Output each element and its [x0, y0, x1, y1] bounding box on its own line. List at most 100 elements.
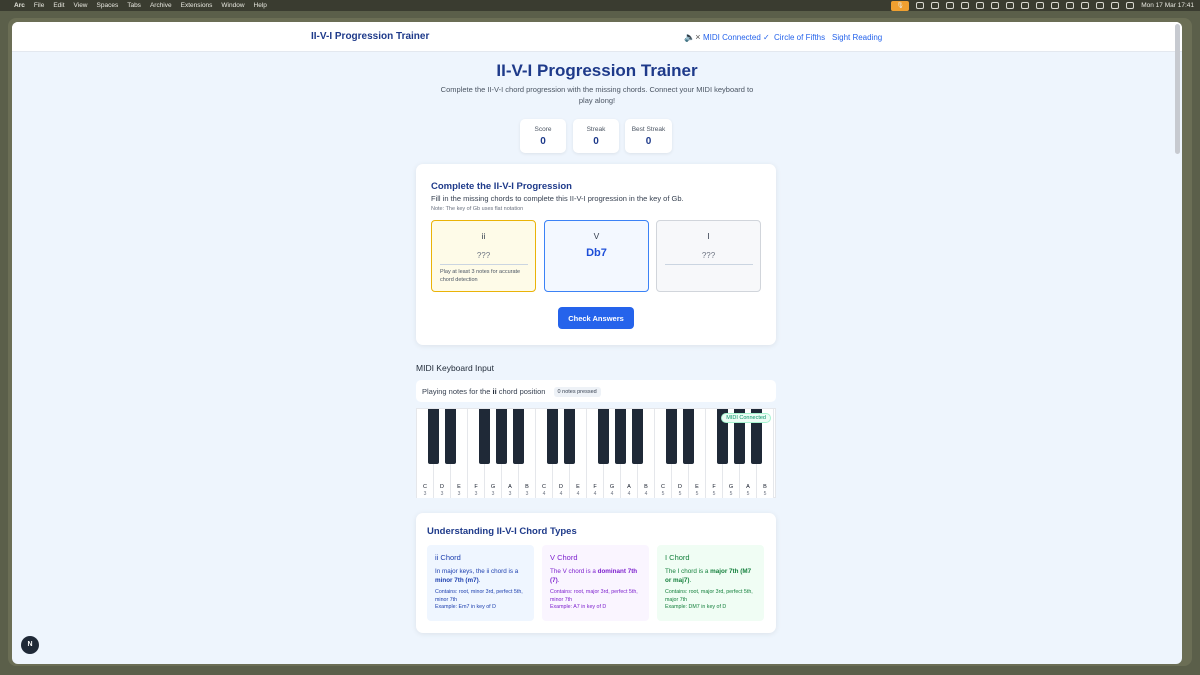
- key-octave-label: 4: [627, 491, 631, 497]
- piano-black-key[interactable]: [632, 409, 643, 464]
- menu-tabs[interactable]: Tabs: [127, 2, 141, 9]
- key-note-label: C: [423, 484, 427, 490]
- tray-icon[interactable]: [1051, 2, 1060, 9]
- page-title: II-V-I Progression Trainer: [496, 61, 698, 80]
- menubar-clock[interactable]: Mon 17 Mar 17:41: [1141, 2, 1194, 9]
- chord-type-v: V Chord The V chord is a dominant 7th (7…: [542, 545, 649, 621]
- key-note-label: A: [627, 484, 631, 490]
- tray-icon[interactable]: [1021, 2, 1030, 9]
- piano-black-key[interactable]: [445, 409, 456, 464]
- stat-value: 0: [645, 136, 652, 147]
- top-navbar: II-V-I Progression Trainer 🔈× MIDI Conne…: [12, 22, 1182, 52]
- control-center-icon[interactable]: [1126, 2, 1135, 9]
- key-note-label: F: [712, 484, 716, 490]
- nav-link-circle-of-fifths[interactable]: Circle of Fifths: [774, 33, 825, 42]
- tray-icon[interactable]: [976, 2, 985, 9]
- nav-link-midi-connected[interactable]: MIDI Connected ✓: [703, 33, 770, 42]
- menu-spaces[interactable]: Spaces: [97, 2, 119, 9]
- menu-extensions[interactable]: Extensions: [181, 2, 213, 9]
- key-octave-label: 5: [712, 491, 716, 497]
- key-note-label: G: [728, 484, 734, 490]
- key-note-label: E: [695, 484, 699, 490]
- tray-icon[interactable]: [931, 2, 940, 9]
- chord-type-ii: ii Chord In major keys, the ii chord is …: [427, 545, 534, 621]
- understanding-card: Understanding II-V-I Chord Types ii Chor…: [416, 513, 776, 633]
- key-note-label: G: [609, 484, 615, 490]
- stat-score: Score 0: [520, 119, 566, 153]
- notes-pressed-badge: 0 notes pressed: [553, 387, 601, 397]
- stat-label: Streak: [586, 126, 606, 133]
- chord-slot-i[interactable]: I ???: [656, 220, 761, 292]
- piano-black-key[interactable]: [496, 409, 507, 464]
- key-octave-label: 3: [525, 491, 529, 497]
- key-note-label: E: [576, 484, 580, 490]
- piano-black-key[interactable]: [428, 409, 439, 464]
- chord-type-example: Example: DM7 in key of D: [665, 604, 727, 610]
- menu-window[interactable]: Window: [221, 2, 244, 9]
- chord-slot-ii[interactable]: ii ??? Play at least 3 notes for accurat…: [431, 220, 536, 292]
- web-page: II-V-I Progression Trainer 🔈× MIDI Conne…: [12, 22, 1182, 664]
- key-octave-label: 3: [474, 491, 478, 497]
- tray-icon[interactable]: [1096, 2, 1105, 9]
- chord-slot-v[interactable]: V Db7: [544, 220, 649, 292]
- slot-roman: I: [707, 231, 710, 241]
- menu-arc[interactable]: Arc: [14, 2, 25, 9]
- piano-black-key[interactable]: [598, 409, 609, 464]
- key-octave-label: 3: [508, 491, 512, 497]
- key-octave-label: 3: [491, 491, 495, 497]
- key-octave-label: 3: [457, 491, 461, 497]
- tray-icon[interactable]: [916, 2, 925, 9]
- chord-type-title: V Chord: [550, 553, 578, 562]
- key-note-label: A: [508, 484, 512, 490]
- key-octave-label: 5: [678, 491, 682, 497]
- tray-icon[interactable]: [1081, 2, 1090, 9]
- menu-file[interactable]: File: [34, 2, 44, 9]
- tray-icon[interactable]: [1006, 2, 1015, 9]
- key-note-label: G: [490, 484, 496, 490]
- tray-icon[interactable]: [991, 2, 1000, 9]
- wifi-icon[interactable]: [1111, 2, 1120, 9]
- check-answers-button[interactable]: Check Answers: [558, 307, 634, 329]
- chord-type-contains: Contains: root, minor 3rd, perfect 5th, …: [435, 589, 523, 603]
- microphone-icon[interactable]: 🎙: [891, 0, 910, 11]
- nextjs-dev-button[interactable]: N: [21, 636, 39, 654]
- piano-black-key[interactable]: [547, 409, 558, 464]
- key-octave-label: 4: [610, 491, 614, 497]
- stat-label: Score: [534, 126, 552, 133]
- key-note-label: A: [746, 484, 750, 490]
- nav-link-sight-reading[interactable]: Sight Reading: [832, 33, 882, 42]
- piano-black-key[interactable]: [683, 409, 694, 464]
- key-note-label: E: [457, 484, 461, 490]
- chord-type-contains: Contains: root, major 3rd, perfect 5th, …: [550, 589, 638, 603]
- tray-icon[interactable]: [946, 2, 955, 9]
- tray-icon[interactable]: [1036, 2, 1045, 9]
- piano-black-key[interactable]: [513, 409, 524, 464]
- page-subtitle: Complete the II-V-I chord progression wi…: [440, 85, 754, 105]
- key-note-label: C: [542, 484, 546, 490]
- tray-icon[interactable]: [1066, 2, 1075, 9]
- key-octave-label: 5: [763, 491, 767, 497]
- key-note-label: C: [661, 484, 665, 490]
- playing-prefix: Playing notes for the: [422, 387, 491, 396]
- slot-underline: [664, 264, 753, 265]
- nav-brand[interactable]: II-V-I Progression Trainer: [311, 31, 429, 42]
- menu-edit[interactable]: Edit: [53, 2, 64, 9]
- key-octave-label: 4: [576, 491, 580, 497]
- menu-help[interactable]: Help: [254, 2, 267, 9]
- tray-icon[interactable]: [961, 2, 970, 9]
- key-note-label: B: [525, 484, 529, 490]
- key-octave-label: 4: [542, 491, 546, 497]
- speaker-muted-icon[interactable]: 🔈×: [684, 32, 700, 43]
- menu-archive[interactable]: Archive: [150, 2, 172, 9]
- piano-black-key[interactable]: [666, 409, 677, 464]
- chord-type-contains: Contains: root, major 3rd, perfect 5th, …: [665, 589, 753, 603]
- piano-black-key[interactable]: [479, 409, 490, 464]
- progression-card: Complete the II-V-I Progression Fill in …: [416, 164, 776, 345]
- menu-view[interactable]: View: [74, 2, 88, 9]
- piano-black-key[interactable]: [615, 409, 626, 464]
- slot-roman: V: [593, 231, 600, 241]
- page-scrollbar[interactable]: [1175, 24, 1180, 154]
- desc-text: The I chord is a: [665, 568, 709, 575]
- key-octave-label: 5: [695, 491, 699, 497]
- piano-black-key[interactable]: [564, 409, 575, 464]
